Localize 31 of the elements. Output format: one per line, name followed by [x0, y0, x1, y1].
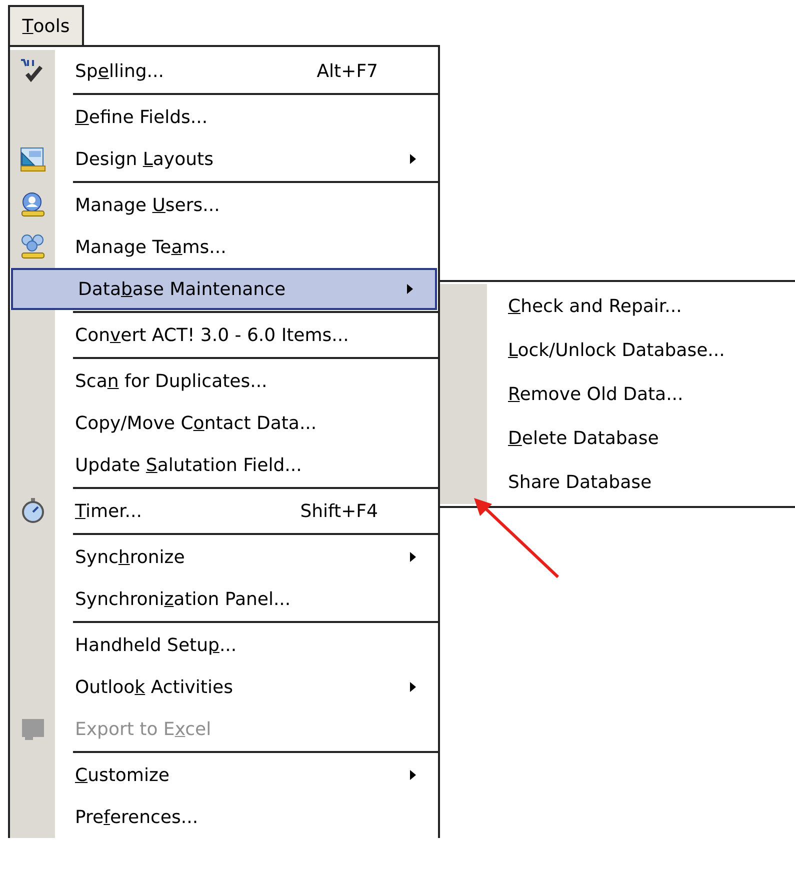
menu-item[interactable]: Database Maintenance	[11, 268, 437, 310]
menu-item[interactable]: Handheld Setup...	[10, 624, 438, 666]
menu-item[interactable]: Preferences...	[10, 796, 438, 838]
menu-item[interactable]: Scan for Duplicates...	[10, 360, 438, 402]
menu-item[interactable]: Manage Users...	[10, 184, 438, 226]
menu-item[interactable]: Synchronization Panel...	[10, 578, 438, 620]
submenu-arrow-icon	[410, 154, 416, 164]
menu-item[interactable]: Customize	[10, 754, 438, 796]
submenu-arrow-icon	[410, 682, 416, 692]
menu-item[interactable]: Manage Teams...	[10, 226, 438, 268]
submenu-arrow-icon	[410, 770, 416, 780]
layout-icon	[18, 145, 46, 173]
menu-item[interactable]: Copy/Move Contact Data...	[10, 402, 438, 444]
menu-item[interactable]: Convert ACT! 3.0 - 6.0 Items...	[10, 314, 438, 356]
menu-item[interactable]: Check and Repair...	[440, 284, 795, 328]
menu-item[interactable]: Delete Database	[440, 416, 795, 460]
menu-item[interactable]: Lock/Unlock Database...	[440, 328, 795, 372]
menu-item[interactable]: Spelling... Alt+F7	[10, 50, 438, 92]
submenu-arrow-icon	[410, 552, 416, 562]
menu-item[interactable]: Share Database	[440, 460, 795, 504]
menu-item[interactable]: Remove Old Data...	[440, 372, 795, 416]
team-key-icon	[18, 233, 46, 261]
menu-item[interactable]: Timer... Shift+F4	[10, 490, 438, 532]
menu-item[interactable]: Synchronize	[10, 536, 438, 578]
menu-item[interactable]: Define Fields...	[10, 96, 438, 138]
user-key-icon	[18, 191, 46, 219]
menu-item[interactable]: Update Salutation Field...	[10, 444, 438, 486]
menu-tab[interactable]: Tools	[8, 5, 84, 45]
menu-item[interactable]: Outlook Activities	[10, 666, 438, 708]
submenu-arrow-icon	[407, 284, 413, 294]
menu-item[interactable]: Design Layouts	[10, 138, 438, 180]
